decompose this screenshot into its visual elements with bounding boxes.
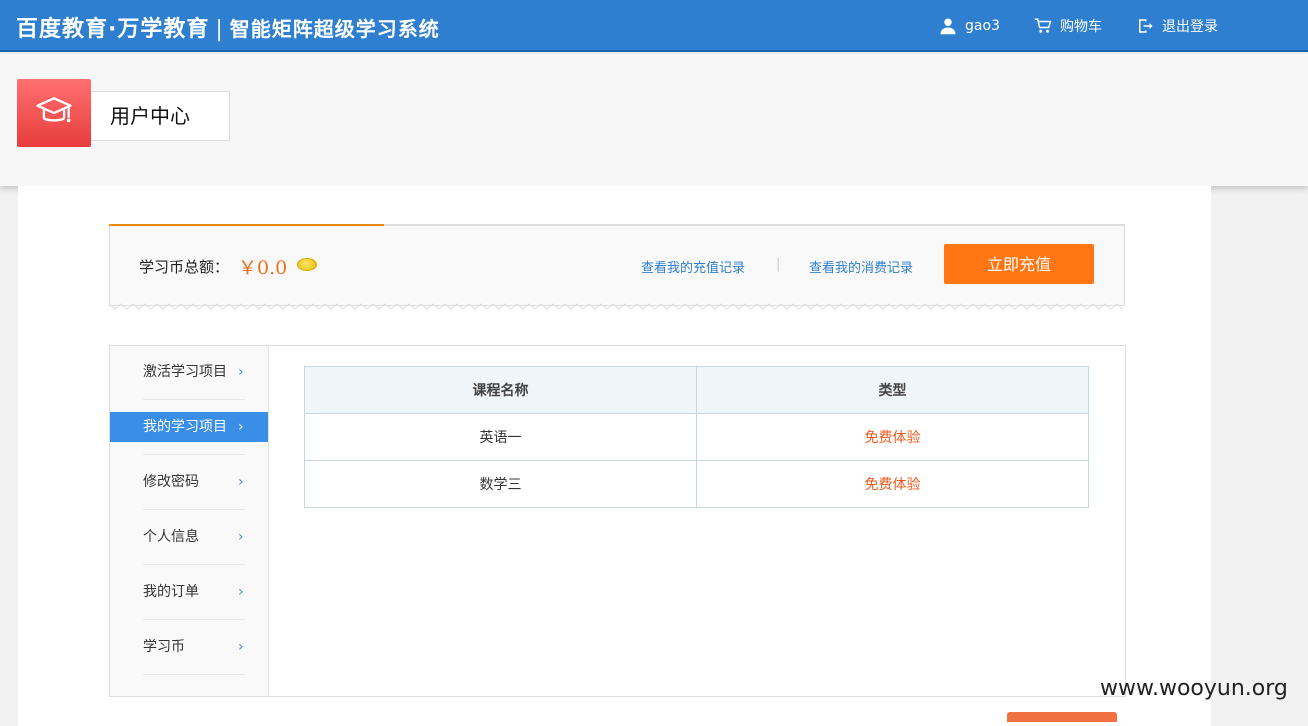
content-area: 激活学习项目 › 我的学习项目 › 修改密码 › 个人信息 › 我的订单 › 学习币 › [109, 345, 1126, 697]
user-icon [940, 18, 956, 35]
page-title: 用户中心 [92, 91, 230, 141]
brand-logo[interactable]: 百度教育·万学教育 | 智能矩阵超级学习系统 [16, 11, 440, 43]
cart-link[interactable]: 购物车 [1034, 16, 1102, 36]
recharge-records-link[interactable]: 查看我的充值记录 [641, 257, 745, 276]
coin-total-amount: ￥0.0 [238, 257, 288, 279]
graduation-cap-icon [36, 97, 72, 123]
zigzag-edge [109, 303, 1124, 310]
chevron-right-icon: › [238, 419, 244, 435]
cart-icon [1034, 18, 1052, 33]
logout-label: 退出登录 [1162, 19, 1218, 35]
brand-subtitle: 智能矩阵超级学习系统 [229, 17, 440, 41]
sidebar-divider [143, 564, 245, 565]
page-header: 用户中心 [0, 54, 1308, 186]
coin-icon [297, 258, 317, 271]
recharge-now-button[interactable]: 立即充值 [944, 244, 1094, 284]
user-center-logo [17, 79, 91, 147]
course-name-cell: 数学三 [304, 460, 697, 508]
sidebar-item-label: 激活学习项目 [143, 364, 227, 380]
sidebar-item-label: 我的学习项目 [143, 419, 227, 435]
top-bar: 百度教育·万学教育 | 智能矩阵超级学习系统 gao3 购物车 退出登录 [0, 0, 1308, 52]
table-row[interactable]: 英语一 免费体验 [304, 413, 1089, 461]
course-type-cell: 免费体验 [696, 460, 1089, 508]
column-header-type: 类型 [696, 366, 1089, 414]
column-header-course-name: 课程名称 [304, 366, 697, 414]
sidebar-item-label: 个人信息 [143, 529, 199, 545]
sidebar: 激活学习项目 › 我的学习项目 › 修改密码 › 个人信息 › 我的订单 › 学习币 › [110, 346, 269, 696]
sidebar-item-label: 修改密码 [143, 474, 199, 490]
sidebar-item-coins[interactable]: 学习币 › [110, 621, 268, 676]
sidebar-item-change-password[interactable]: 修改密码 › [110, 456, 268, 511]
user-menu[interactable]: gao3 [939, 16, 1000, 36]
sidebar-item-orders[interactable]: 我的订单 › [110, 566, 268, 621]
chevron-right-icon: › [238, 639, 244, 655]
cart-label: 购物车 [1060, 19, 1102, 35]
links-divider: | [776, 257, 781, 272]
logout-icon [1139, 19, 1153, 33]
main-panel: 学习币总额： ￥0.0 查看我的充值记录 | 查看我的消费记录 立即充值 激活学… [18, 186, 1211, 726]
table-header-row: 课程名称 类型 [304, 366, 1089, 414]
sidebar-divider [143, 619, 245, 620]
table-row[interactable]: 数学三 免费体验 [304, 460, 1089, 508]
brand-separator: | [215, 17, 224, 42]
sidebar-item-label: 学习币 [143, 639, 185, 655]
course-name-cell: 英语一 [304, 413, 697, 461]
chevron-right-icon: › [238, 474, 244, 490]
spend-records-link[interactable]: 查看我的消费记录 [809, 257, 913, 276]
coin-balance-bar: 学习币总额： ￥0.0 查看我的充值记录 | 查看我的消费记录 立即充值 [109, 224, 1125, 306]
chevron-right-icon: › [238, 529, 244, 545]
sidebar-divider [143, 674, 245, 675]
brand-main: 百度教育·万学教育 [16, 17, 210, 42]
logout-link[interactable]: 退出登录 [1136, 16, 1218, 36]
coin-total-label: 学习币总额： [139, 258, 230, 276]
user-name: gao3 [965, 18, 1000, 34]
coinbar-accent [109, 224, 384, 226]
sidebar-item-profile[interactable]: 个人信息 › [110, 511, 268, 566]
sidebar-item-activate[interactable]: 激活学习项目 › [110, 346, 268, 401]
bottom-button-edge[interactable] [1007, 712, 1117, 722]
top-nav: gao3 购物车 退出登录 [939, 16, 1218, 36]
sidebar-item-my-projects[interactable]: 我的学习项目 › [110, 401, 268, 456]
sidebar-item-label: 我的订单 [143, 584, 199, 600]
chevron-right-icon: › [238, 364, 244, 380]
sidebar-divider [143, 399, 245, 400]
watermark: www.wooyun.org [1100, 676, 1288, 701]
courses-table: 课程名称 类型 英语一 免费体验 数学三 免费体验 [304, 366, 1089, 508]
sidebar-divider [143, 454, 245, 455]
course-type-cell: 免费体验 [696, 413, 1089, 461]
sidebar-divider [143, 509, 245, 510]
chevron-right-icon: › [238, 584, 244, 600]
